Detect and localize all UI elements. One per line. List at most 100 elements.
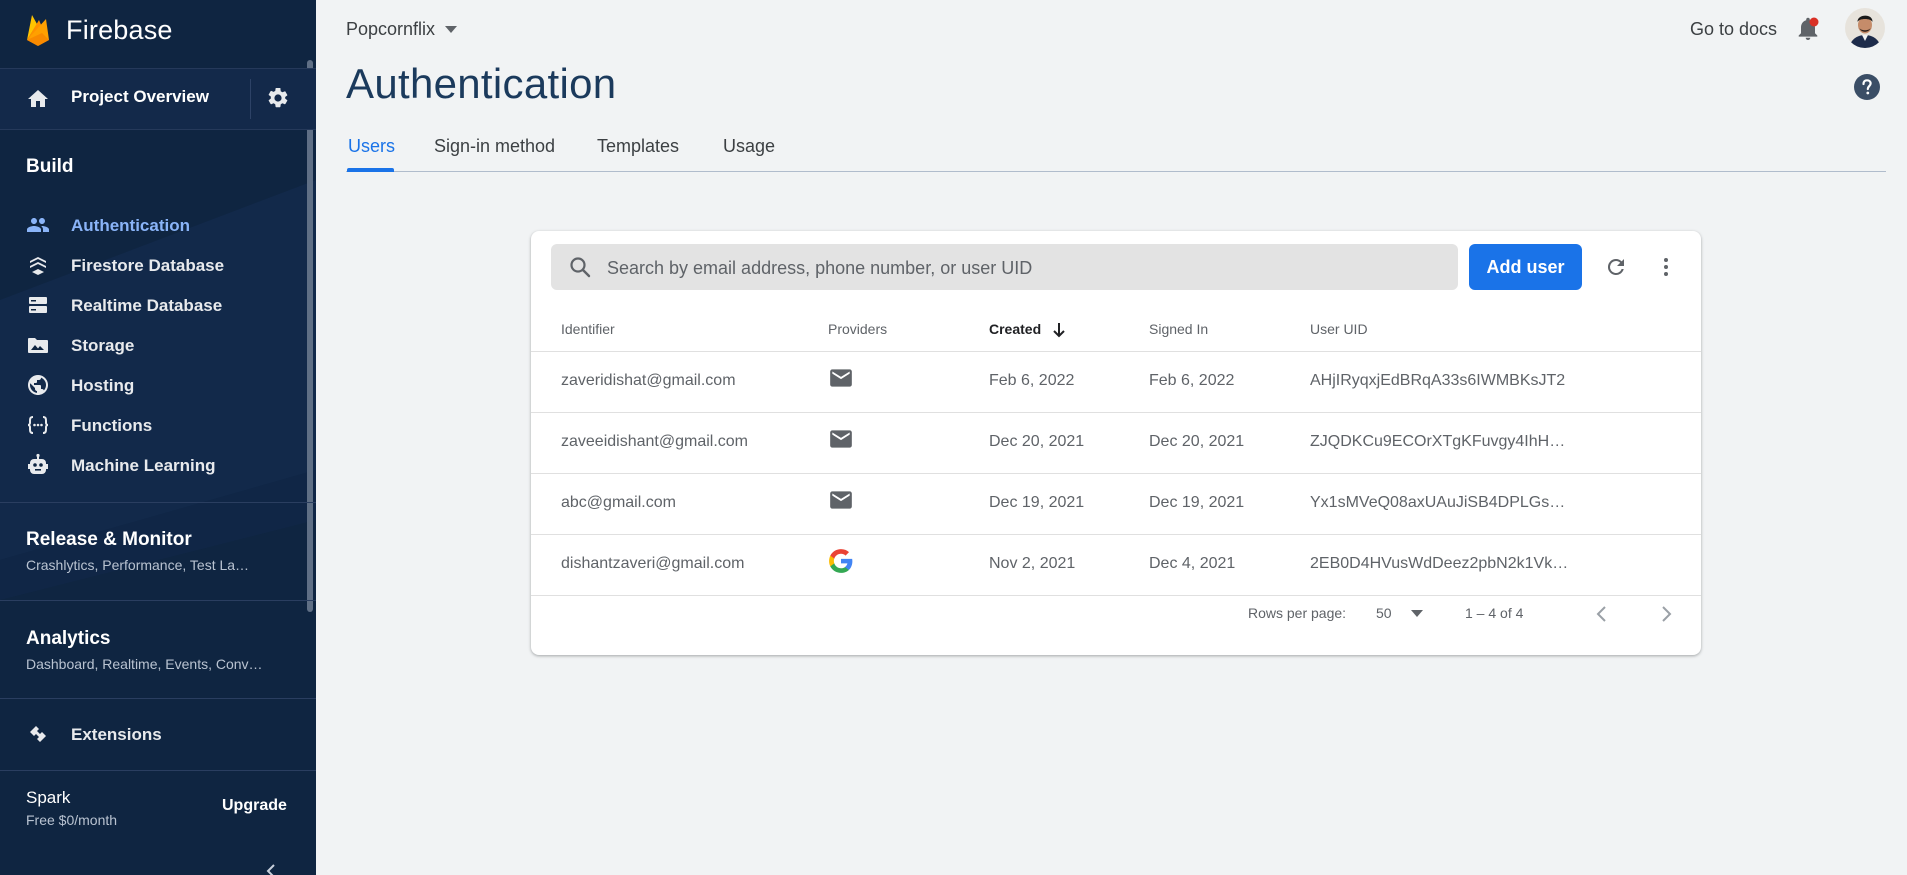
table-row[interactable]: zaveeidishant@gmail.com Dec 20, 2021 Dec… bbox=[531, 413, 1701, 474]
user-identifier: zaveridishat@gmail.com bbox=[561, 372, 736, 389]
collapse-sidebar-icon[interactable] bbox=[262, 862, 280, 875]
sidebar-item-label: Firestore Database bbox=[71, 256, 225, 275]
tab-usage[interactable]: Usage bbox=[723, 136, 775, 157]
column-user-uid: User UID bbox=[1310, 321, 1368, 337]
user-created: Feb 6, 2022 bbox=[989, 372, 1075, 389]
tab-templates[interactable]: Templates bbox=[597, 136, 679, 157]
user-signed-in: Dec 19, 2021 bbox=[1149, 494, 1245, 511]
sidebar-item-realtime-database[interactable]: Realtime Database bbox=[0, 285, 316, 325]
table-row[interactable]: dishantzaveri@gmail.com Nov 2, 2021 Dec … bbox=[531, 535, 1701, 596]
sidebar-item-functions[interactable]: Functions bbox=[0, 405, 316, 445]
table-row[interactable]: zaveridishat@gmail.com Feb 6, 2022 Feb 6… bbox=[531, 352, 1701, 413]
refresh-icon[interactable] bbox=[1604, 255, 1628, 279]
email-icon bbox=[830, 369, 852, 387]
go-to-docs-link[interactable]: Go to docs bbox=[1690, 19, 1777, 40]
gear-icon[interactable] bbox=[266, 86, 290, 110]
project-name: Popcornflix bbox=[346, 19, 436, 39]
notification-bell-icon[interactable] bbox=[1796, 16, 1820, 42]
sidebar-divider bbox=[0, 770, 316, 771]
user-created: Nov 2, 2021 bbox=[989, 555, 1076, 572]
user-signed-in: Dec 4, 2021 bbox=[1149, 555, 1236, 572]
sidebar-divider bbox=[0, 600, 316, 601]
column-identifier: Identifier bbox=[561, 321, 615, 337]
sidebar-item-authentication[interactable]: Authentication bbox=[0, 205, 316, 245]
tab-users[interactable]: Users bbox=[348, 136, 395, 157]
table-row[interactable]: abc@gmail.com Dec 19, 2021 Dec 19, 2021 … bbox=[531, 474, 1701, 535]
build-section-header[interactable]: Build bbox=[26, 156, 74, 178]
upgrade-button[interactable]: Upgrade bbox=[222, 797, 287, 815]
sidebar-divider bbox=[0, 698, 316, 699]
user-signed-in: Feb 6, 2022 bbox=[1149, 372, 1235, 389]
firestore-icon bbox=[30, 257, 46, 275]
user-uid: AHjIRyqxjEdBRqA33s6IWMBKsJT2 bbox=[1310, 372, 1566, 389]
sidebar-item-machine-learning[interactable]: Machine Learning bbox=[0, 445, 316, 485]
rows-per-page-select[interactable]: 50 bbox=[1376, 605, 1392, 621]
extensions-icon bbox=[30, 726, 46, 742]
table-header: Identifier Providers Created Signed In U… bbox=[531, 309, 1701, 352]
analytics-section[interactable]: Analytics Dashboard, Realtime, Events, C… bbox=[26, 628, 263, 672]
tab-sign-in-method[interactable]: Sign-in method bbox=[434, 136, 555, 157]
sidebar-item-extensions[interactable]: Extensions bbox=[0, 714, 316, 754]
home-icon bbox=[28, 90, 48, 107]
user-identifier: dishantzaveri@gmail.com bbox=[561, 555, 745, 572]
sort-descending-icon[interactable] bbox=[1050, 321, 1068, 339]
project-selector[interactable]: Popcornflix bbox=[346, 19, 458, 40]
analytics-subtitle: Dashboard, Realtime, Events, Conv… bbox=[26, 656, 263, 672]
chevron-down-icon[interactable] bbox=[1411, 610, 1423, 618]
user-signed-in: Dec 20, 2021 bbox=[1149, 433, 1245, 450]
help-icon[interactable] bbox=[1853, 73, 1881, 101]
plan-price: Free $0/month bbox=[26, 812, 118, 828]
release-monitor-subtitle: Crashlytics, Performance, Test La… bbox=[26, 557, 250, 573]
overview-divider bbox=[250, 79, 251, 119]
user-uid: ZJQDKCu9ECOrXTgKFuvgy4IhHYX2 bbox=[1310, 433, 1570, 450]
globe-icon bbox=[28, 375, 48, 395]
chevron-down-icon bbox=[445, 25, 458, 33]
email-icon bbox=[830, 430, 852, 448]
storage-icon bbox=[28, 338, 48, 353]
sidebar-item-label: Realtime Database bbox=[71, 296, 223, 315]
firebase-logo[interactable]: Firebase bbox=[24, 10, 173, 50]
page-title: Authentication bbox=[346, 60, 617, 107]
search-bar[interactable] bbox=[551, 244, 1458, 292]
extensions-label: Extensions bbox=[71, 725, 162, 744]
sidebar-item-label: Authentication bbox=[71, 216, 190, 235]
sidebar-item-firestore-database[interactable]: Firestore Database bbox=[0, 245, 316, 285]
column-providers: Providers bbox=[828, 321, 888, 337]
analytics-title: Analytics bbox=[26, 628, 111, 649]
user-uid: Yx1sMVeQ08axUAuJiSB4DPLGsP… bbox=[1310, 494, 1570, 511]
email-icon bbox=[830, 491, 852, 509]
sidebar: Firebase Project Overview Build Authenti… bbox=[0, 0, 316, 875]
database-icon bbox=[29, 297, 47, 313]
functions-icon bbox=[27, 416, 49, 434]
previous-page-icon[interactable] bbox=[1591, 603, 1613, 625]
sidebar-item-label: Hosting bbox=[71, 376, 135, 395]
users-card: Add user Identifier Providers Created Si… bbox=[531, 231, 1701, 655]
sidebar-item-storage[interactable]: Storage bbox=[0, 325, 316, 365]
more-vert-icon[interactable] bbox=[1654, 255, 1678, 279]
sidebar-divider bbox=[0, 502, 316, 503]
user-identifier: zaveeidishant@gmail.com bbox=[561, 433, 748, 450]
sidebar-item-label: Functions bbox=[71, 416, 153, 435]
firebase-flame-icon bbox=[27, 15, 49, 46]
user-created: Dec 19, 2021 bbox=[989, 494, 1085, 511]
user-avatar[interactable] bbox=[1845, 8, 1885, 48]
user-uid: 2EB0D4HVusWdDeez2pbN2k1VkV… bbox=[1310, 555, 1570, 572]
build-nav: Authentication Firestore Database Realti… bbox=[0, 205, 316, 485]
pagination-range: 1 – 4 of 4 bbox=[1465, 605, 1524, 621]
search-input[interactable] bbox=[605, 244, 1449, 292]
rows-per-page-label: Rows per page: bbox=[1248, 605, 1347, 621]
avatar-image bbox=[1845, 8, 1885, 48]
sidebar-item-hosting[interactable]: Hosting bbox=[0, 365, 316, 405]
plan-info: Spark Free $0/month bbox=[26, 788, 117, 828]
project-overview[interactable]: Project Overview bbox=[0, 68, 316, 130]
search-icon bbox=[570, 257, 591, 278]
table-pagination: Rows per page: 50 1 – 4 of 4 bbox=[531, 595, 1701, 645]
sidebar-item-label: Storage bbox=[71, 336, 135, 355]
add-user-button[interactable]: Add user bbox=[1469, 244, 1582, 290]
user-identifier: abc@gmail.com bbox=[561, 494, 676, 511]
active-tab-indicator bbox=[347, 168, 394, 172]
people-icon bbox=[27, 218, 49, 232]
release-monitor-section[interactable]: Release & Monitor Crashlytics, Performan… bbox=[26, 529, 249, 573]
column-created[interactable]: Created bbox=[989, 321, 1041, 337]
next-page-icon[interactable] bbox=[1655, 603, 1677, 625]
